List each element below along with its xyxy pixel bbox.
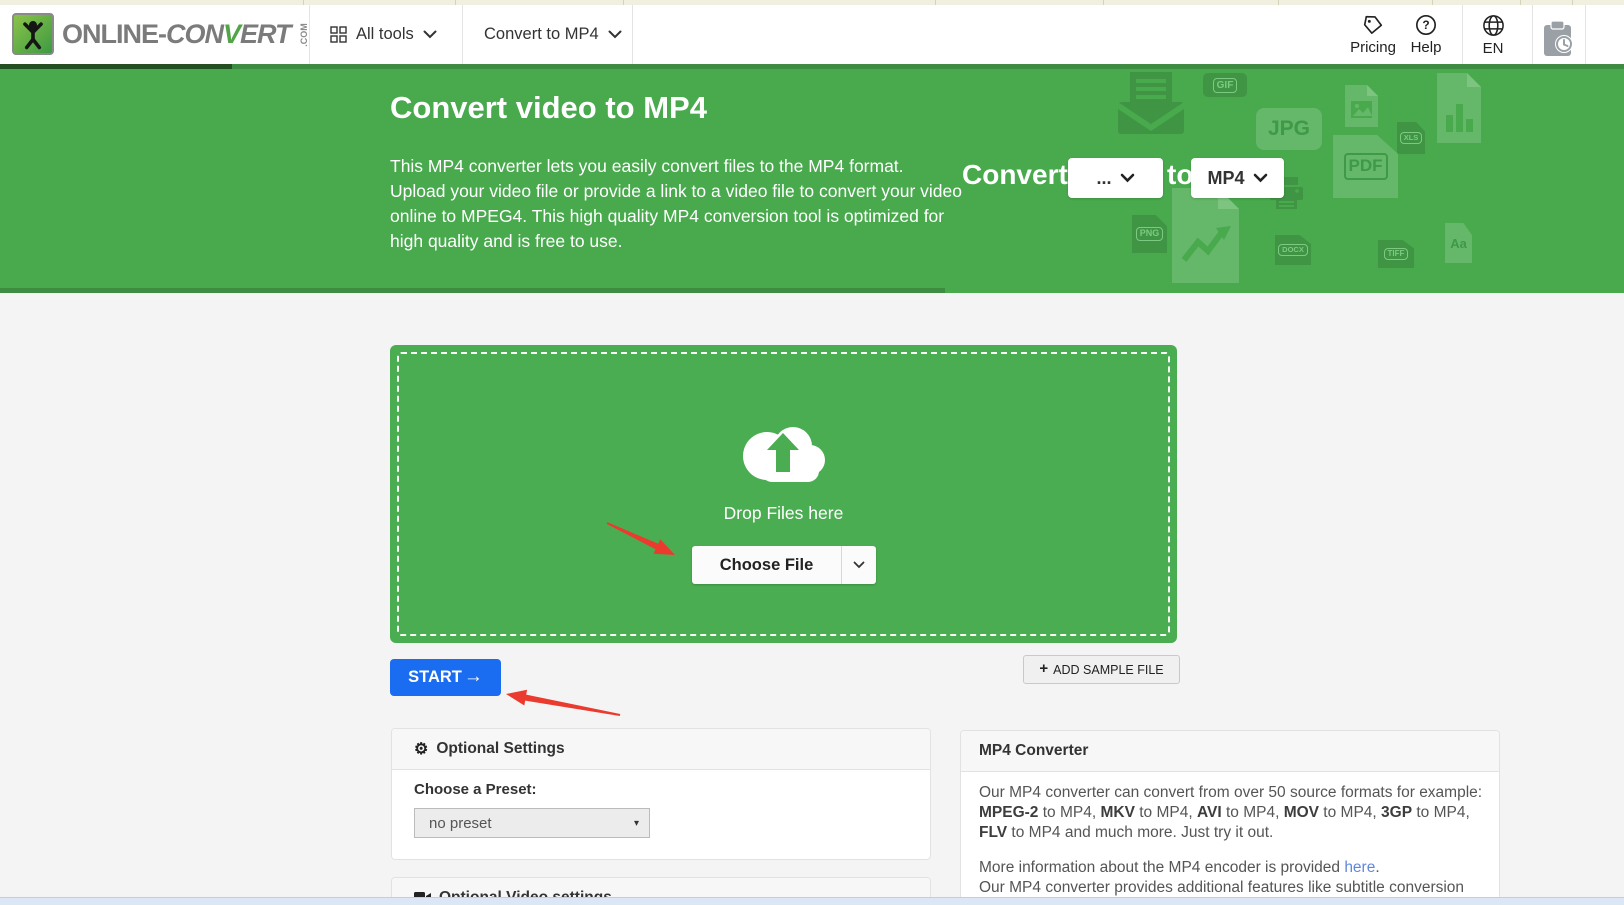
- language-button[interactable]: EN: [1463, 14, 1523, 57]
- line-chart-file-icon: [1172, 188, 1239, 283]
- image-file-icon: [1345, 85, 1378, 127]
- hero-top-strip-dark: [0, 64, 232, 69]
- online-convert-page: ONLINE-CONVERT .COM All tools Convert to …: [0, 0, 1624, 905]
- conversion-history-button[interactable]: [1533, 17, 1584, 61]
- source-format-dropdown[interactable]: ...: [1068, 158, 1163, 198]
- brand-text: ONLINE-CONVERT .COM: [62, 18, 309, 49]
- file-drop-zone[interactable]: Drop Files here Choose File: [390, 345, 1177, 643]
- optional-settings-panel: ⚙ Optional Settings Choose a Preset: no …: [391, 728, 931, 860]
- mp4-converter-panel: MP4 Converter Our MP4 converter can conv…: [960, 730, 1500, 905]
- site-logo[interactable]: ONLINE-CONVERT .COM: [12, 13, 315, 55]
- help-button[interactable]: ? Help: [1396, 14, 1456, 56]
- preset-label: Choose a Preset:: [414, 781, 537, 798]
- page-description: This MP4 converter lets you easily conve…: [390, 156, 962, 251]
- page-title: Convert video to MP4: [390, 90, 707, 125]
- chevron-down-icon: [1253, 173, 1267, 183]
- hero-bottom-strip: [0, 288, 945, 293]
- optional-settings-title: Optional Settings: [436, 740, 565, 757]
- drop-zone-dashed-border: [397, 352, 1170, 636]
- png-file-icon: PNG: [1132, 215, 1167, 253]
- globe-icon: [1482, 15, 1504, 36]
- drop-files-label: Drop Files here: [723, 503, 844, 523]
- more-info-link[interactable]: here: [1344, 859, 1375, 876]
- docx-file-icon: DOCX: [1275, 235, 1311, 265]
- logo-figure-icon: [12, 13, 54, 55]
- mp4-converter-header: MP4 Converter: [961, 731, 1499, 772]
- browser-bottom-bar: [0, 897, 1624, 905]
- language-label: EN: [1482, 40, 1504, 57]
- mp4-features-line: Our MP4 converter provides additional fe…: [979, 879, 1465, 896]
- xls-file-icon: XLS: [1397, 122, 1425, 154]
- nav-all-tools-label: All tools: [356, 25, 414, 43]
- annotation-arrow-start: [506, 689, 621, 716]
- mp4-converter-body: Our MP4 converter can convert from over …: [979, 783, 1483, 898]
- source-format-value: ...: [1096, 167, 1112, 188]
- grid-icon: [330, 26, 347, 43]
- mp4-converter-paragraph: Our MP4 converter can convert from over …: [979, 784, 1483, 841]
- help-label: Help: [1410, 39, 1442, 56]
- mp4-more-info-line: More information about the MP4 encoder i…: [979, 859, 1380, 876]
- price-tag-icon: [1363, 15, 1383, 34]
- pdf-file-icon: PDF: [1333, 135, 1398, 198]
- mail-icon: [1118, 72, 1184, 134]
- pricing-label: Pricing: [1350, 39, 1396, 56]
- add-sample-file-button[interactable]: + ADD SAMPLE FILE: [1023, 655, 1180, 684]
- font-file-icon: Aa: [1445, 223, 1472, 263]
- preset-value: no preset: [429, 814, 492, 832]
- mp4-converter-title: MP4 Converter: [979, 742, 1089, 759]
- upload-cloud-icon: [731, 407, 835, 489]
- start-arrow-icon: →: [463, 665, 483, 687]
- chevron-down-icon: [853, 561, 865, 569]
- chevron-down-icon: [423, 30, 437, 39]
- plus-icon: +: [1039, 660, 1049, 677]
- jpg-badge-icon: JPG: [1256, 108, 1322, 150]
- choose-file-label: Choose File: [719, 555, 814, 574]
- pricing-button[interactable]: Pricing: [1343, 14, 1403, 56]
- chevron-down-icon: [608, 30, 622, 39]
- nav-convert-to-mp4[interactable]: Convert to MP4: [484, 5, 622, 64]
- nav-all-tools[interactable]: All tools: [330, 5, 437, 64]
- to-word-label: to: [1167, 159, 1194, 190]
- select-caret-icon: ▾: [633, 817, 639, 829]
- help-question-icon: ?: [1416, 15, 1436, 35]
- convert-word-label: Convert: [962, 159, 1068, 190]
- add-sample-file-label: ADD SAMPLE FILE: [1053, 662, 1164, 677]
- svg-text:?: ?: [1422, 18, 1429, 32]
- choose-file-button[interactable]: Choose File: [692, 546, 876, 584]
- gif-badge-icon: GIF: [1203, 73, 1247, 97]
- clipboard-clock-icon: [1543, 20, 1573, 56]
- preset-select[interactable]: no preset ▾: [414, 808, 650, 838]
- optional-settings-header[interactable]: ⚙ Optional Settings: [392, 729, 930, 770]
- gear-icon: ⚙: [414, 741, 429, 758]
- start-label: START: [408, 668, 462, 686]
- target-format-value: MP4: [1207, 167, 1245, 188]
- site-header: ONLINE-CONVERT .COM All tools Convert to …: [0, 5, 1624, 64]
- nav-convert-to-mp4-label: Convert to MP4: [484, 25, 599, 43]
- bar-chart-file-icon: [1437, 73, 1481, 143]
- choose-file-dropdown[interactable]: [841, 546, 876, 584]
- start-button[interactable]: START →: [390, 659, 501, 696]
- chevron-down-icon: [1120, 173, 1134, 183]
- tiff-file-icon: TIFF: [1378, 240, 1414, 268]
- hero-top-strip: [232, 64, 1624, 69]
- target-format-dropdown[interactable]: MP4: [1191, 158, 1284, 198]
